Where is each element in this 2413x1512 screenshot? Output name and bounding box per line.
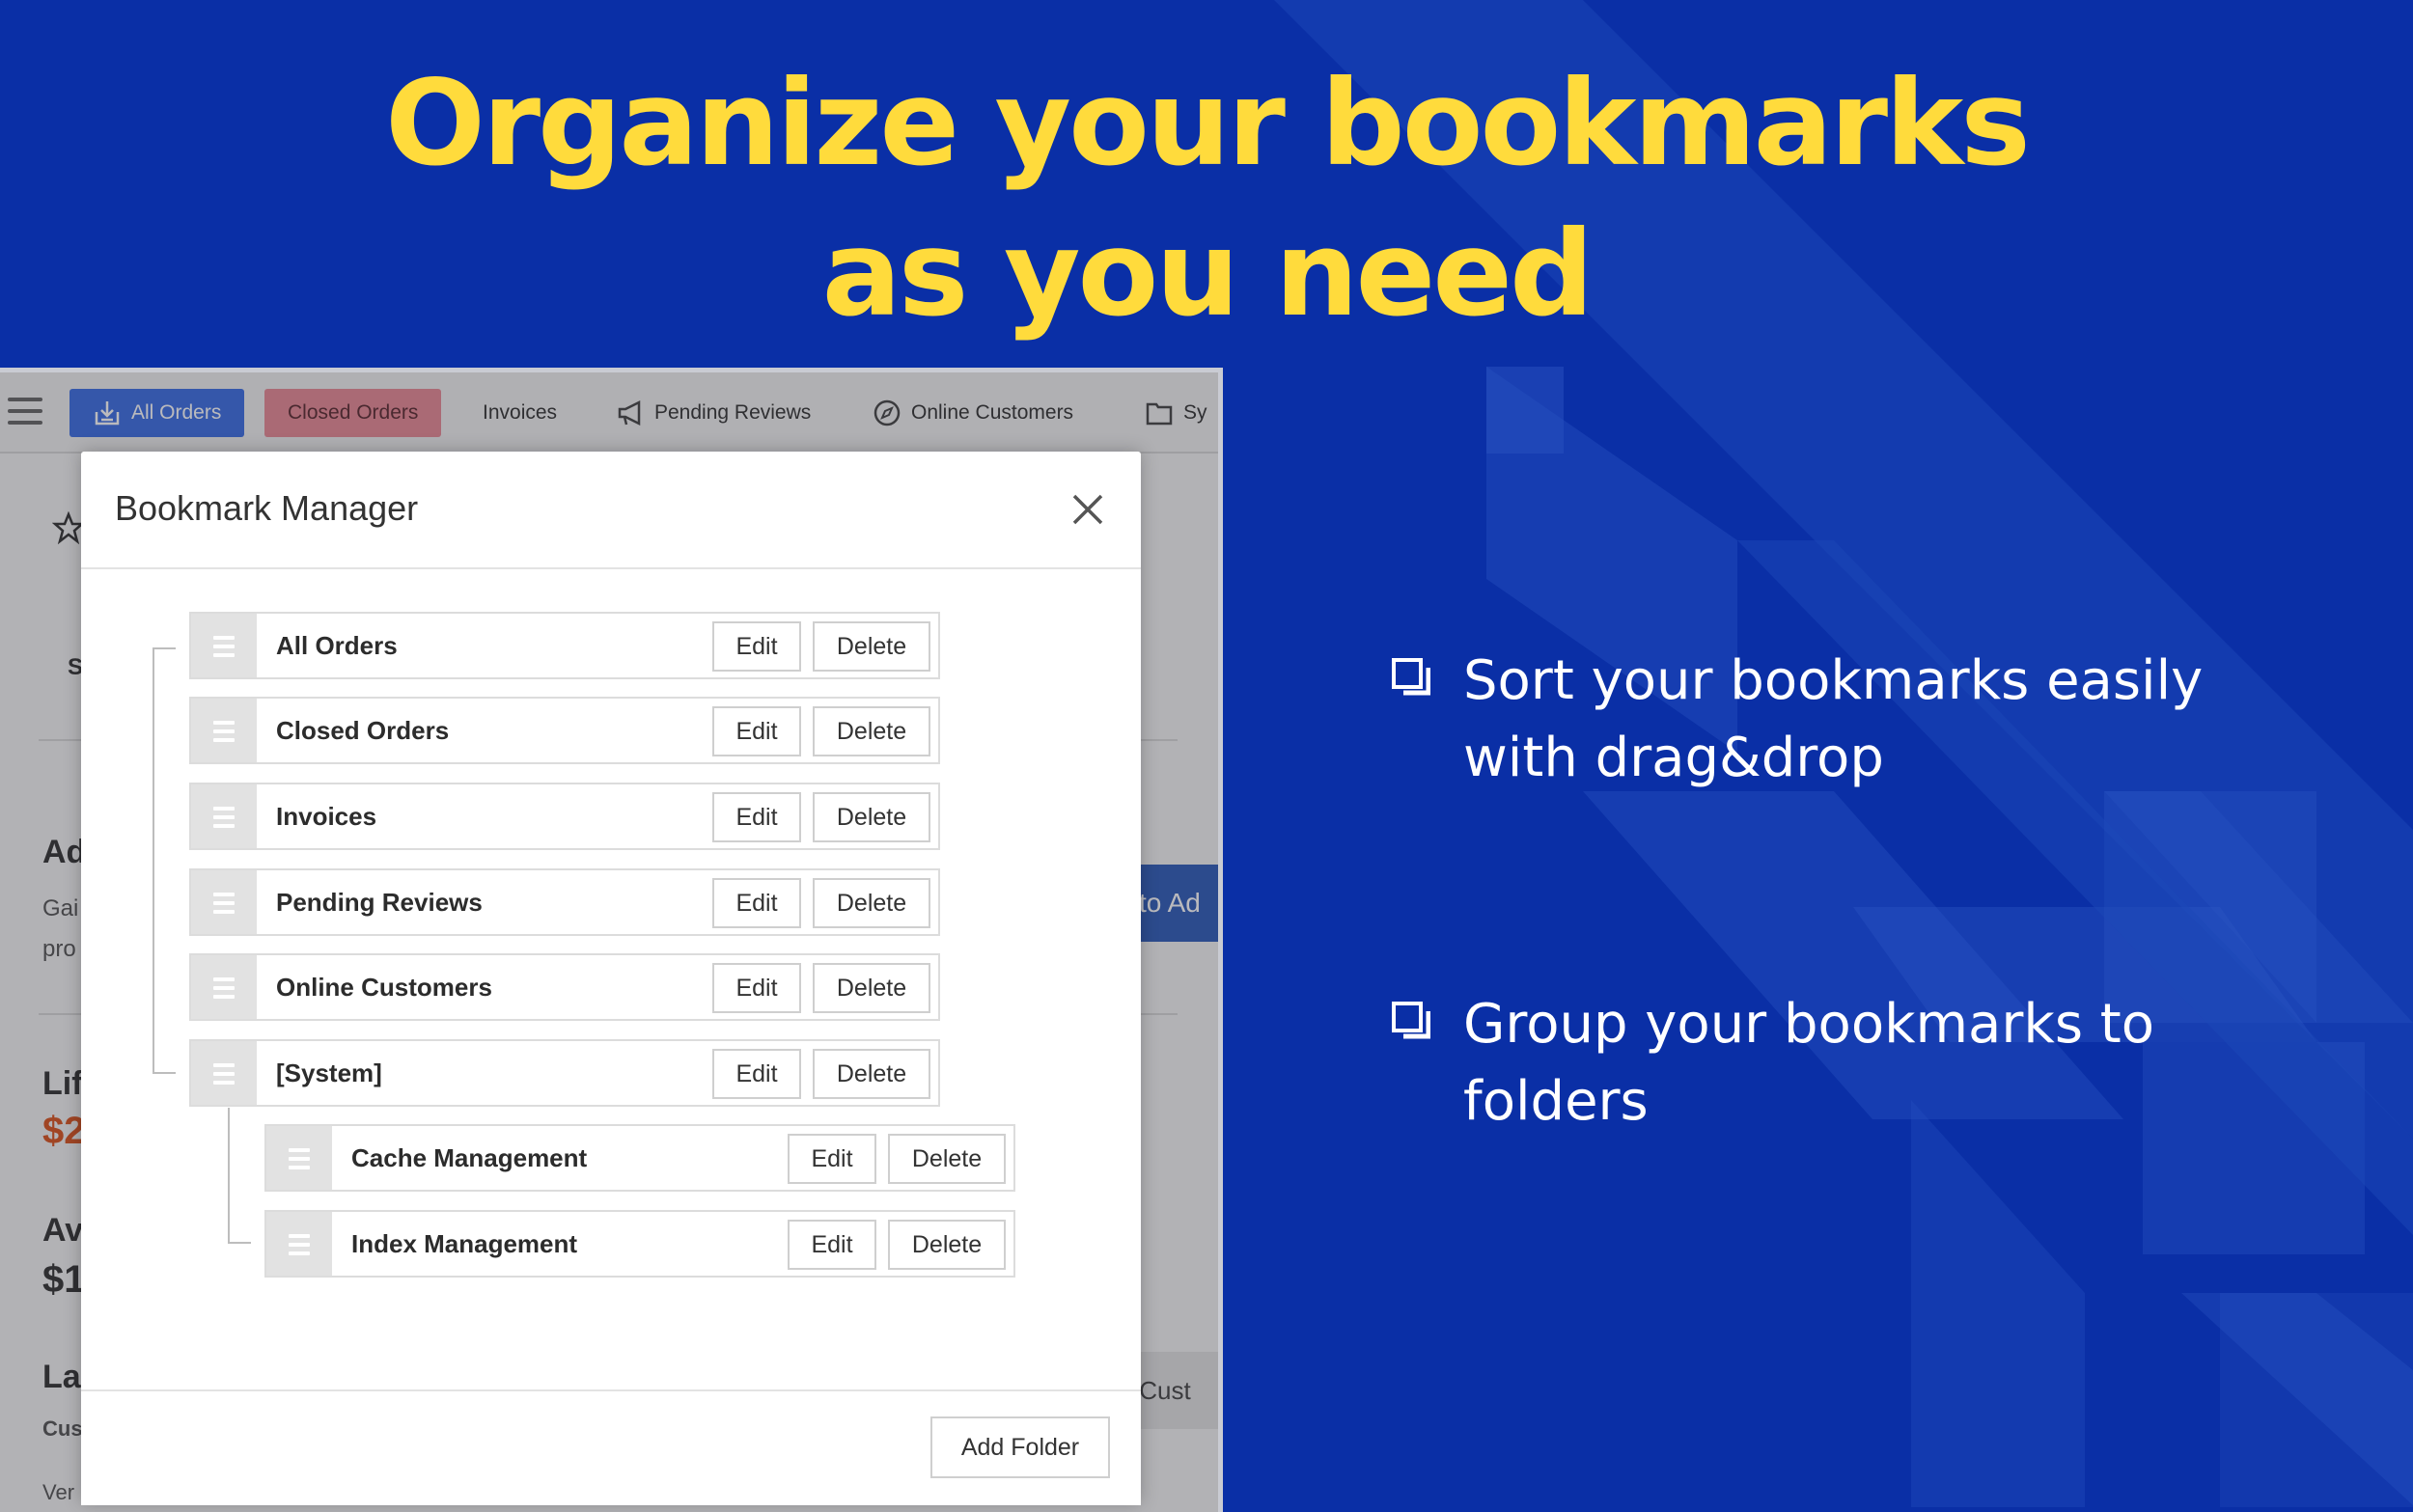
delete-button[interactable]: Delete	[813, 706, 930, 756]
feature-group-line-1: Group your bookmarks to	[1463, 993, 2155, 1056]
bookmark-label: Pending Reviews	[276, 888, 483, 917]
feature-sort-line-1: Sort your bookmarks easily	[1463, 649, 2204, 712]
bookmark-label: All Orders	[276, 631, 398, 660]
drag-handle-icon[interactable]	[191, 614, 257, 677]
edit-button[interactable]: Edit	[712, 878, 801, 928]
bookmark-row[interactable]: Closed Orders Edit Delete	[189, 697, 940, 764]
bookmark-label: Index Management	[351, 1229, 578, 1258]
headline-line-1: Organize your bookmarks	[385, 55, 2031, 192]
drag-handle-icon[interactable]	[191, 870, 257, 934]
delete-button[interactable]: Delete	[888, 1220, 1006, 1270]
feature-group-line-2: folders	[1463, 1070, 1649, 1133]
edit-button[interactable]: Edit	[712, 706, 801, 756]
bookmark-label: Online Customers	[276, 973, 492, 1002]
bookmark-manager-modal: Bookmark Manager All Orders Edit Delete …	[81, 452, 1141, 1505]
delete-button[interactable]: Delete	[813, 1049, 930, 1099]
bookmark-row[interactable]: Pending Reviews Edit Delete	[189, 868, 940, 936]
edit-button[interactable]: Edit	[712, 792, 801, 842]
drag-handle-icon[interactable]	[191, 1041, 257, 1105]
bookmark-row[interactable]: Index Management Edit Delete	[264, 1210, 1015, 1278]
delete-button[interactable]: Delete	[813, 878, 930, 928]
drag-handle-icon[interactable]	[266, 1126, 332, 1190]
edit-button[interactable]: Edit	[712, 963, 801, 1013]
delete-button[interactable]: Delete	[888, 1134, 1006, 1184]
tree-line	[228, 1242, 251, 1244]
bookmark-row[interactable]: All Orders Edit Delete	[189, 612, 940, 679]
tree-line	[153, 647, 154, 1074]
page-headline: Organize your bookmarks as you need	[0, 48, 2413, 349]
bookmark-tree: All Orders Edit Delete Closed Orders Edi…	[81, 452, 1141, 1388]
checkbox-icon	[1392, 658, 1430, 696]
edit-button[interactable]: Edit	[712, 1049, 801, 1099]
bookmark-label: Closed Orders	[276, 716, 450, 745]
bookmark-row[interactable]: Cache Management Edit Delete	[264, 1124, 1015, 1192]
drag-handle-icon[interactable]	[191, 955, 257, 1019]
bookmark-label: Invoices	[276, 802, 377, 831]
bookmark-label: [System]	[276, 1058, 382, 1087]
headline-line-2: as you need	[821, 206, 1595, 343]
bookmark-folder-row[interactable]: [System] Edit Delete	[189, 1039, 940, 1107]
tree-line	[228, 1108, 230, 1244]
edit-button[interactable]: Edit	[788, 1134, 876, 1184]
bookmark-label: Cache Management	[351, 1143, 588, 1172]
feature-sort-line-2: with drag&drop	[1463, 727, 1884, 789]
bookmark-row[interactable]: Invoices Edit Delete	[189, 783, 940, 850]
delete-button[interactable]: Delete	[813, 792, 930, 842]
tree-line	[153, 1072, 176, 1074]
bookmark-row[interactable]: Online Customers Edit Delete	[189, 953, 940, 1021]
delete-button[interactable]: Delete	[813, 963, 930, 1013]
drag-handle-icon[interactable]	[191, 699, 257, 762]
drag-handle-icon[interactable]	[266, 1212, 332, 1276]
drag-handle-icon[interactable]	[191, 784, 257, 848]
add-folder-button[interactable]: Add Folder	[930, 1416, 1110, 1478]
checkbox-icon	[1392, 1002, 1430, 1039]
edit-button[interactable]: Edit	[712, 621, 801, 672]
delete-button[interactable]: Delete	[813, 621, 930, 672]
edit-button[interactable]: Edit	[788, 1220, 876, 1270]
tree-line	[153, 647, 176, 649]
